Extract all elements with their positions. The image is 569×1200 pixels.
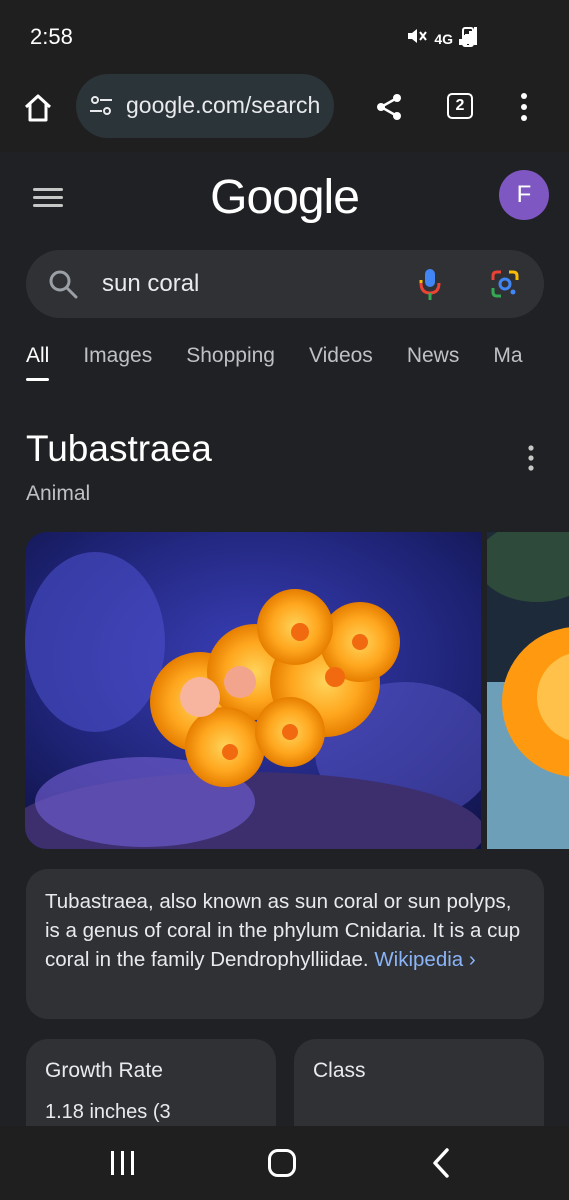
- home-button[interactable]: [22, 92, 54, 124]
- fact-label: Growth Rate: [45, 1059, 163, 1082]
- search-input[interactable]: sun coral: [102, 270, 199, 298]
- system-navigation-bar: [0, 1126, 569, 1200]
- account-avatar[interactable]: F: [499, 170, 549, 220]
- network-label: 4G: [434, 30, 453, 47]
- wikipedia-link[interactable]: Wikipedia ›: [374, 948, 475, 971]
- site-settings-icon[interactable]: [90, 94, 112, 118]
- knowledge-panel-title: Tubastraea: [26, 428, 212, 469]
- tab-more[interactable]: Ma: [493, 344, 522, 368]
- home-icon[interactable]: [268, 1149, 296, 1177]
- url-text[interactable]: google.com/search: [126, 92, 320, 119]
- address-bar[interactable]: google.com/search: [76, 74, 334, 138]
- tab-shopping[interactable]: Shopping: [186, 344, 275, 368]
- search-results-page: Google F sun coral All Images Shopping Vide…: [0, 152, 569, 1126]
- chevron-right-icon: ›: [468, 948, 476, 971]
- tab-videos[interactable]: Videos: [309, 344, 373, 368]
- fact-card-growth-rate[interactable]: Growth Rate 1.18 inches (3: [26, 1039, 276, 1126]
- recent-apps-icon[interactable]: [110, 1150, 136, 1176]
- fact-label: Class: [313, 1059, 366, 1082]
- coral-image-secondary[interactable]: [487, 532, 569, 849]
- status-bar: 2:58 4G: [0, 0, 569, 72]
- fact-card-class[interactable]: Class: [294, 1039, 544, 1126]
- knowledge-panel-subtitle: Animal: [26, 482, 91, 505]
- browser-toolbar: google.com/search 2: [0, 72, 569, 153]
- description-card: Tubastraea, also known as sun coral or s…: [26, 869, 544, 1019]
- lens-camera-icon[interactable]: [490, 269, 520, 299]
- status-time: 2:58: [30, 24, 73, 49]
- battery-icon: [462, 27, 474, 47]
- mute-icon: [406, 26, 428, 51]
- tab-switcher-button[interactable]: 2: [447, 93, 473, 119]
- tab-news[interactable]: News: [407, 344, 460, 368]
- search-box[interactable]: sun coral: [26, 250, 544, 318]
- share-button[interactable]: [374, 92, 404, 122]
- tab-all[interactable]: All: [26, 344, 50, 381]
- search-icon: [48, 269, 78, 299]
- back-icon[interactable]: [430, 1148, 452, 1178]
- google-logo[interactable]: Google: [0, 170, 569, 225]
- fact-value: 1.18 inches (3: [45, 1101, 171, 1123]
- more-options-icon[interactable]: [519, 92, 529, 122]
- knowledge-panel-more-icon[interactable]: [527, 444, 535, 472]
- coral-image-main[interactable]: [25, 532, 481, 849]
- voice-search-icon[interactable]: [418, 268, 442, 302]
- tab-images[interactable]: Images: [83, 344, 152, 368]
- search-tabs: All Images Shopping Videos News Ma: [26, 344, 569, 384]
